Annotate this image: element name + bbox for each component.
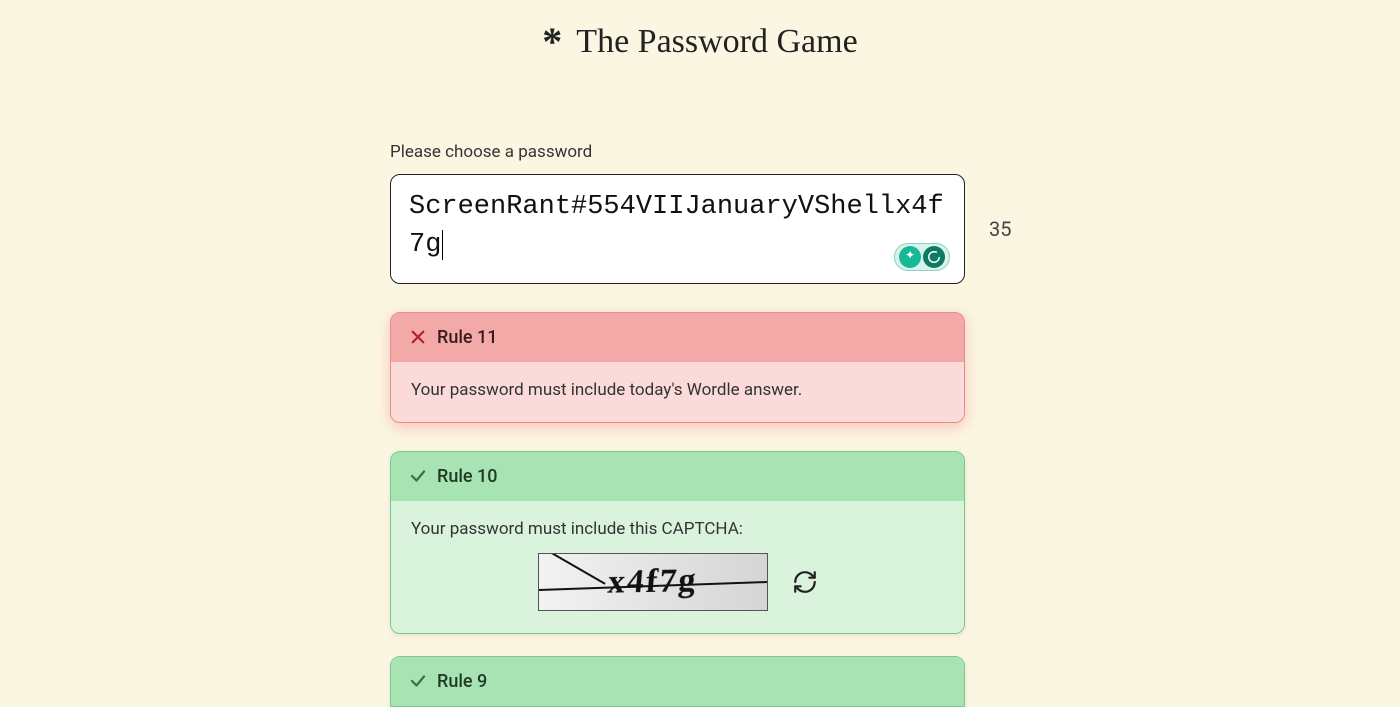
character-count: 35 — [989, 217, 1011, 241]
rule-body: Your password must include today's Wordl… — [391, 362, 964, 422]
check-icon — [409, 672, 427, 690]
rule-header: Rule 10 — [391, 452, 964, 501]
refresh-captcha-button[interactable] — [792, 569, 818, 595]
rule-card-9: Rule 9 — [390, 656, 965, 707]
rule-title: Rule 9 — [437, 671, 487, 692]
text-caret — [442, 230, 443, 260]
password-input-row: ScreenRant#554VIIJanuaryVShellx4f7g ✦ 35 — [390, 174, 1010, 284]
x-icon — [409, 328, 427, 346]
rule-body-text: Your password must include this CAPTCHA: — [411, 519, 944, 539]
asterisk-icon: * — [542, 22, 562, 62]
grammarly-dark-icon — [923, 246, 945, 268]
page-title-row: * The Password Game — [0, 0, 1400, 72]
rule-header: Rule 11 — [391, 313, 964, 362]
rule-title: Rule 11 — [437, 327, 498, 348]
rule-body: Your password must include this CAPTCHA:… — [391, 501, 964, 633]
password-prompt: Please choose a password — [390, 142, 1010, 162]
captcha-row: x4f7g — [411, 553, 944, 611]
rule-title: Rule 10 — [437, 466, 498, 487]
captcha-text: x4f7g — [606, 562, 699, 602]
grammarly-extension-pill[interactable]: ✦ — [894, 243, 950, 271]
grammarly-light-icon: ✦ — [899, 246, 921, 268]
password-value: ScreenRant#554VIIJanuaryVShellx4f7g — [409, 192, 944, 260]
password-input[interactable]: ScreenRant#554VIIJanuaryVShellx4f7g ✦ — [390, 174, 965, 284]
page-title: The Password Game — [576, 23, 857, 61]
rule-card-10: Rule 10 Your password must include this … — [390, 451, 965, 634]
rule-header: Rule 9 — [391, 657, 964, 706]
rule-card-11: Rule 11 Your password must include today… — [390, 312, 965, 423]
check-icon — [409, 467, 427, 485]
main-column: Please choose a password ScreenRant#554V… — [390, 142, 1010, 707]
captcha-image: x4f7g — [538, 553, 768, 611]
